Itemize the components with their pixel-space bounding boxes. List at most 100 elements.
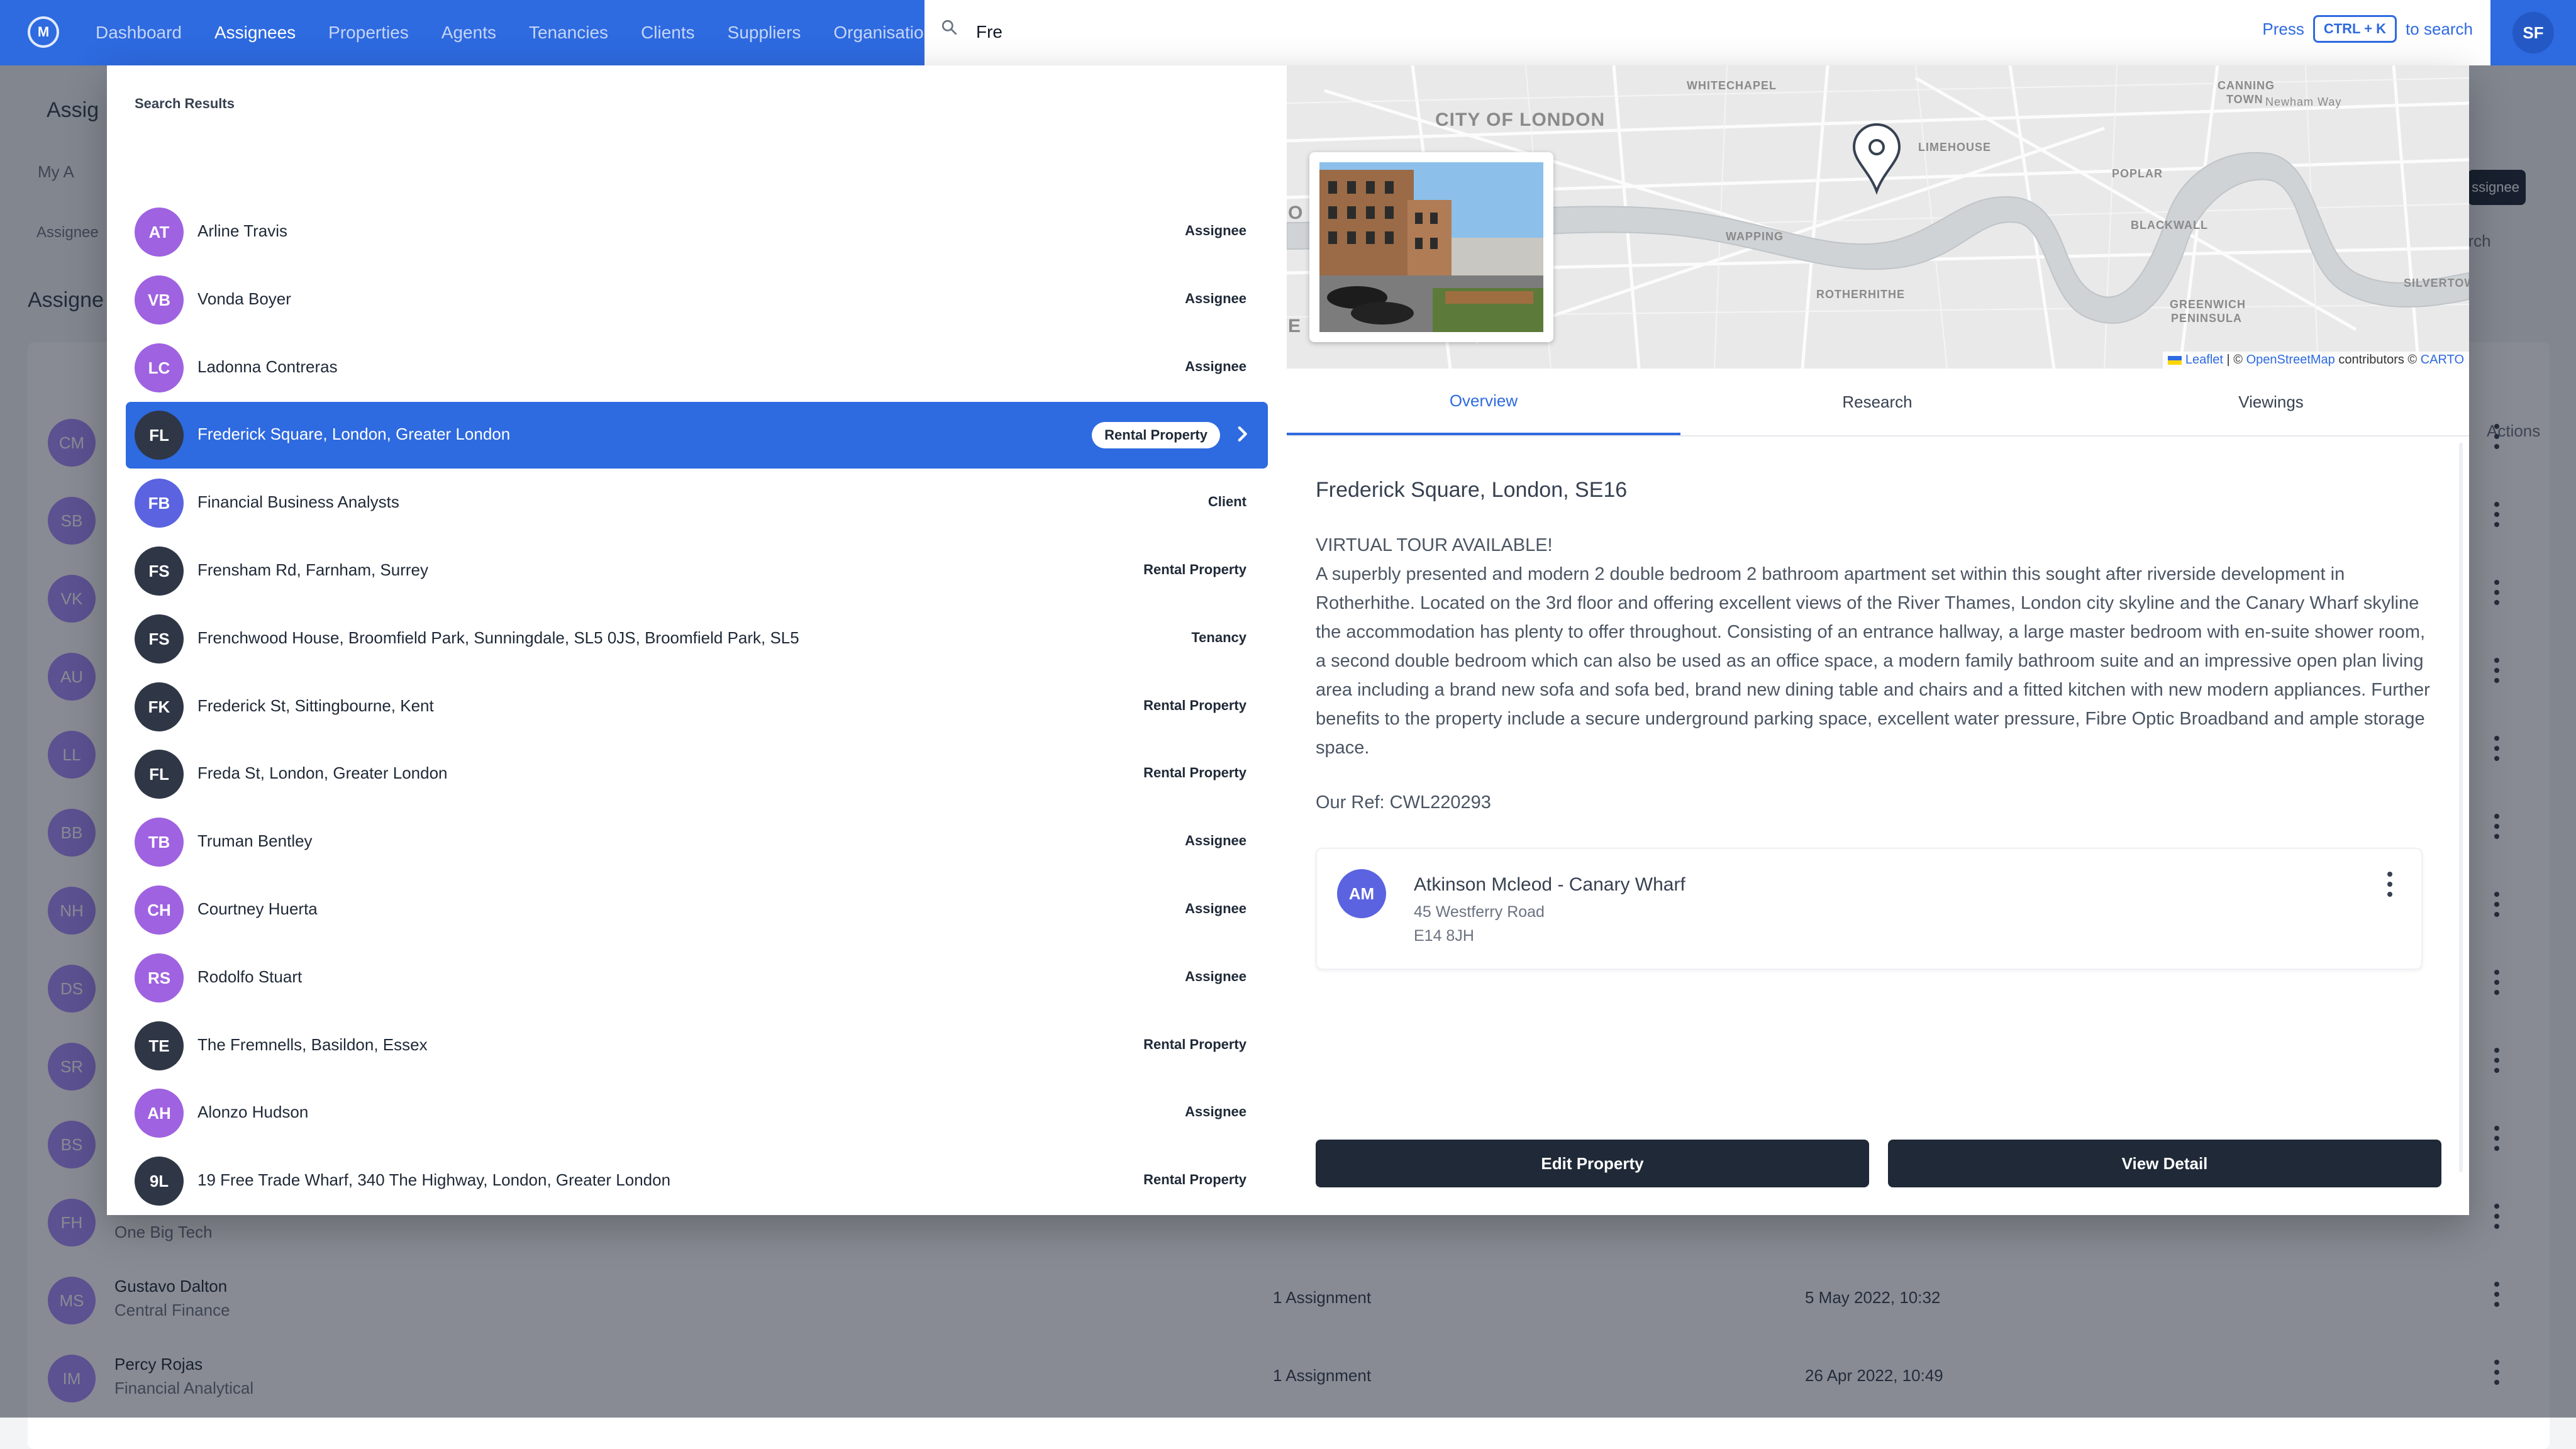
search-result-item[interactable]: 9L 19 Free Trade Wharf, 340 The Highway, …	[126, 1148, 1268, 1214]
nav-assignees[interactable]: Assignees	[214, 23, 296, 43]
result-label: Freda St, London, Greater London	[197, 763, 448, 782]
search-result-item[interactable]: FB Financial Business Analysts Client	[126, 470, 1268, 536]
search-icon	[941, 19, 957, 35]
result-type: Assignee	[1185, 358, 1246, 374]
top-navigation-bar: M Dashboard Assignees Properties Agents …	[0, 0, 2576, 65]
result-avatar: FL	[135, 411, 184, 460]
result-type: Assignee	[1185, 1104, 1246, 1119]
user-menu[interactable]: SF	[2490, 0, 2576, 65]
chevron-right-icon[interactable]	[1231, 423, 1253, 445]
result-label: The Fremnells, Basildon, Essex	[197, 1035, 428, 1054]
result-avatar: CH	[135, 886, 184, 935]
more-vertical-icon[interactable]	[2384, 872, 2396, 897]
nav-clients[interactable]: Clients	[641, 23, 695, 43]
attribution-contributors: contributors ©	[2338, 353, 2418, 367]
result-label: Financial Business Analysts	[197, 492, 399, 511]
property-map[interactable]: CITY OF LONDON WHITECHAPEL LIMEHOUSE POP…	[1287, 65, 2469, 369]
result-label: Rodolfo Stuart	[197, 967, 303, 986]
map-label-city: CITY OF LONDON	[1435, 109, 1606, 130]
result-type: Assignee	[1185, 969, 1246, 984]
search-result-item[interactable]: VB Vonda Boyer Assignee	[126, 267, 1268, 333]
result-avatar: FK	[135, 682, 184, 731]
result-label: Frenchwood House, Broomfield Park, Sunni…	[197, 628, 799, 647]
search-input[interactable]	[975, 18, 1921, 47]
result-label: Alonzo Hudson	[197, 1102, 309, 1121]
result-type: Client	[1208, 494, 1246, 509]
leaflet-link[interactable]: Leaflet	[2185, 353, 2223, 367]
carto-link[interactable]: CARTO	[2421, 353, 2464, 367]
result-label: Truman Bentley	[197, 831, 313, 850]
attribution-copyright: ©	[2233, 353, 2243, 367]
result-avatar: LC	[135, 343, 184, 392]
property-title: Frederick Square, London, SE16	[1316, 478, 1628, 502]
result-avatar: FS	[135, 547, 184, 596]
agent-postcode: E14 8JH	[1414, 927, 1474, 945]
nav-organisation[interactable]: Organisation	[833, 23, 933, 43]
detail-scrollbar[interactable]	[2459, 443, 2463, 1172]
attribution-separator: |	[2226, 353, 2230, 367]
result-type: Assignee	[1185, 223, 1246, 238]
property-description: VIRTUAL TOUR AVAILABLE! A superbly prese…	[1316, 531, 2435, 762]
nav-tenancies[interactable]: Tenancies	[529, 23, 608, 43]
app-logo-icon[interactable]: M	[28, 16, 59, 48]
result-avatar: 9L	[135, 1157, 184, 1206]
result-avatar: TB	[135, 818, 184, 867]
search-result-item[interactable]: FS Frensham Rd, Farnham, Surrey Rental Pro…	[126, 538, 1268, 604]
result-avatar: VB	[135, 275, 184, 325]
agent-name: Atkinson Mcleod - Canary Wharf	[1414, 874, 1685, 895]
nav-dashboard[interactable]: Dashboard	[96, 23, 182, 43]
result-label: Ladonna Contreras	[197, 357, 338, 376]
search-result-item[interactable]: CH Courtney Huerta Assignee	[126, 877, 1268, 943]
result-type: Assignee	[1185, 901, 1246, 916]
user-avatar[interactable]: SF	[2512, 12, 2554, 53]
result-label: Frederick Square, London, Greater London	[197, 425, 511, 443]
result-label: Vonda Boyer	[197, 289, 291, 308]
results-heading: Search Results	[135, 96, 235, 111]
result-avatar: RS	[135, 953, 184, 1002]
map-label-edge-e: E	[1288, 316, 1302, 336]
tab-overview[interactable]: Overview	[1287, 369, 1680, 435]
keyboard-shortcut: CTRL + K	[2312, 15, 2397, 43]
agent-card[interactable]: AM Atkinson Mcleod - Canary Wharf 45 Wes…	[1316, 848, 2423, 970]
search-results-panel: Search Results AT Arline Travis Assignee VB…	[107, 65, 2469, 1215]
nav-properties[interactable]: Properties	[328, 23, 409, 43]
result-type-badge: Rental Property	[1092, 422, 1220, 448]
map-attribution: Leaflet | © OpenStreetMap contributors ©…	[2163, 352, 2469, 369]
search-result-item[interactable]: FL Frederick Square, London, Greater Lond…	[126, 402, 1268, 469]
result-avatar: AT	[135, 208, 184, 257]
tab-research[interactable]: Research	[1680, 369, 2074, 435]
map-label-greenwich: GREENWICH	[2170, 298, 2246, 311]
search-result-item[interactable]: FL Freda St, London, Greater London Rental…	[126, 741, 1268, 808]
result-avatar: FB	[135, 479, 184, 528]
map-label-peninsula: PENINSULA	[2171, 312, 2243, 325]
description-line: VIRTUAL TOUR AVAILABLE!	[1316, 535, 1553, 555]
detail-tabs: Overview Research Viewings	[1287, 369, 2469, 436]
map-label-wapping: WAPPING	[1726, 230, 1784, 243]
agent-avatar: AM	[1337, 869, 1386, 918]
search-result-item[interactable]: RS Rodolfo Stuart Assignee	[126, 945, 1268, 1011]
result-avatar: AH	[135, 1089, 184, 1138]
search-result-item[interactable]: TB Truman Bentley Assignee	[126, 809, 1268, 875]
result-type: Rental Property	[1143, 765, 1246, 780]
nav-suppliers[interactable]: Suppliers	[728, 23, 801, 43]
result-type: Assignee	[1185, 833, 1246, 848]
nav-agents[interactable]: Agents	[441, 23, 496, 43]
view-detail-button[interactable]: View Detail	[1888, 1140, 2441, 1187]
map-label-rotherhithe: ROTHERHITHE	[1816, 288, 1905, 301]
property-photo[interactable]	[1309, 152, 1553, 342]
search-result-item[interactable]: FS Frenchwood House, Broomfield Park, Sun…	[126, 606, 1268, 672]
search-result-item[interactable]: TE The Fremnells, Basildon, Essex Rental P…	[126, 1013, 1268, 1079]
openstreetmap-link[interactable]: OpenStreetMap	[2246, 353, 2335, 367]
search-result-item[interactable]: AH Alonzo Hudson Assignee	[126, 1080, 1268, 1146]
map-label-blackwall: BLACKWALL	[2131, 219, 2208, 231]
map-label-newham-way: Newham Way	[2265, 96, 2342, 108]
search-result-item[interactable]: LC Ladonna Contreras Assignee	[126, 335, 1268, 401]
edit-property-button[interactable]: Edit Property	[1316, 1140, 1869, 1187]
tab-viewings[interactable]: Viewings	[2074, 369, 2468, 435]
search-result-item[interactable]: AT Arline Travis Assignee	[126, 199, 1268, 265]
result-label: 19 Free Trade Wharf, 340 The Highway, Lo…	[197, 1170, 671, 1189]
results-list: Search Results AT Arline Travis Assignee VB…	[107, 65, 1287, 1215]
map-label-canning: CANNING	[2218, 79, 2275, 92]
result-label: Arline Travis	[197, 221, 288, 240]
search-result-item[interactable]: FK Frederick St, Sittingbourne, Kent Renta…	[126, 674, 1268, 740]
